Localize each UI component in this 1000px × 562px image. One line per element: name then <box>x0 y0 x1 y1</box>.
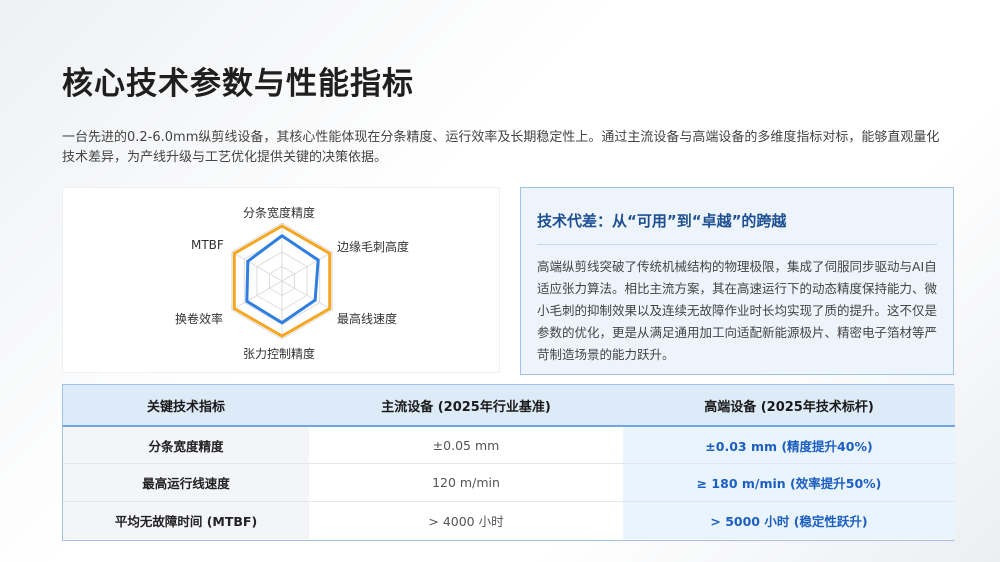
tech-gap-divider <box>537 244 937 245</box>
header-high-end: 高端设备 (2025年技术标杆) <box>623 385 955 427</box>
radar-axis-label-line-speed: 最高线速度 <box>337 312 398 326</box>
cell-metric: 最高运行线速度 <box>63 463 309 501</box>
radar-axis-label-burr-height: 边缘毛刺高度 <box>337 240 410 254</box>
page-title: 核心技术参数与性能指标 <box>62 66 414 102</box>
radar-axis-label-changeover-efficiency: 换卷效率 <box>175 312 224 326</box>
spec-comparison-table: 关键技术指标 主流设备 (2025年行业基准) 高端设备 (2025年技术标杆)… <box>62 384 955 541</box>
radar-axis-label-tension-precision: 张力控制精度 <box>243 347 316 361</box>
tech-gap-body: 高端纵剪线突破了传统机械结构的物理极限，集成了伺服同步驱动与AI自适应张力算法。… <box>537 259 938 362</box>
header-metric: 关键技术指标 <box>63 385 309 427</box>
cell-mainstream: > 4000 小时 <box>309 500 623 539</box>
table-row: 最高运行线速度 120 m/min ≥ 180 m/min (效率提升50%) <box>63 463 955 501</box>
table-row: 平均无故障时间 (MTBF) > 4000 小时 > 5000 小时 (稳定性跃… <box>63 500 955 539</box>
table-header-row: 关键技术指标 主流设备 (2025年行业基准) 高端设备 (2025年技术标杆) <box>63 385 955 427</box>
cell-metric: 平均无故障时间 (MTBF) <box>63 500 309 539</box>
intro-paragraph: 一台先进的0.2-6.0mm纵剪线设备，其核心性能体现在分条精度、运行效率及长期… <box>62 130 940 165</box>
radar-chart-card: 分条宽度精度 边缘毛刺高度 最高线速度 张力控制精度 换卷效率 MTBF <box>62 187 500 373</box>
tech-gap-title: 技术代差：从“可用”到“卓越”的跨越 <box>537 212 787 230</box>
cell-high-end: ≥ 180 m/min (效率提升50%) <box>623 463 955 501</box>
cell-mainstream: ±0.05 mm <box>309 426 623 464</box>
cell-mainstream: 120 m/min <box>309 463 623 501</box>
header-mainstream: 主流设备 (2025年行业基准) <box>309 385 623 427</box>
tech-gap-card: 技术代差：从“可用”到“卓越”的跨越 高端纵剪线突破了传统机械结构的物理极限，集… <box>520 187 954 375</box>
cell-high-end: > 5000 小时 (稳定性跃升) <box>623 500 955 539</box>
cell-high-end: ±0.03 mm (精度提升40%) <box>623 426 955 464</box>
cell-metric: 分条宽度精度 <box>63 426 309 464</box>
table-row: 分条宽度精度 ±0.05 mm ±0.03 mm (精度提升40%) <box>63 426 955 464</box>
radar-axis-label-width-precision: 分条宽度精度 <box>243 206 316 220</box>
radar-axis-label-mtbf: MTBF <box>191 238 224 252</box>
